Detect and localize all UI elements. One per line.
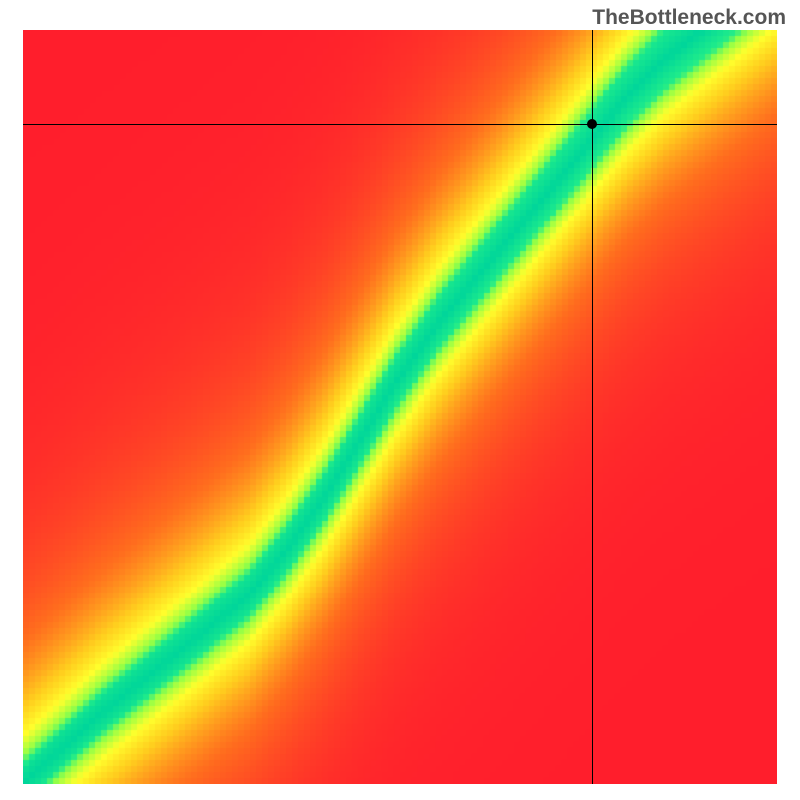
- crosshair-horizontal: [23, 124, 777, 125]
- crosshair-vertical: [592, 30, 593, 784]
- crosshair-marker-dot: [587, 119, 597, 129]
- heatmap-canvas: [23, 30, 777, 784]
- heatmap-plot: [23, 30, 777, 784]
- watermark-text: TheBottleneck.com: [592, 6, 786, 30]
